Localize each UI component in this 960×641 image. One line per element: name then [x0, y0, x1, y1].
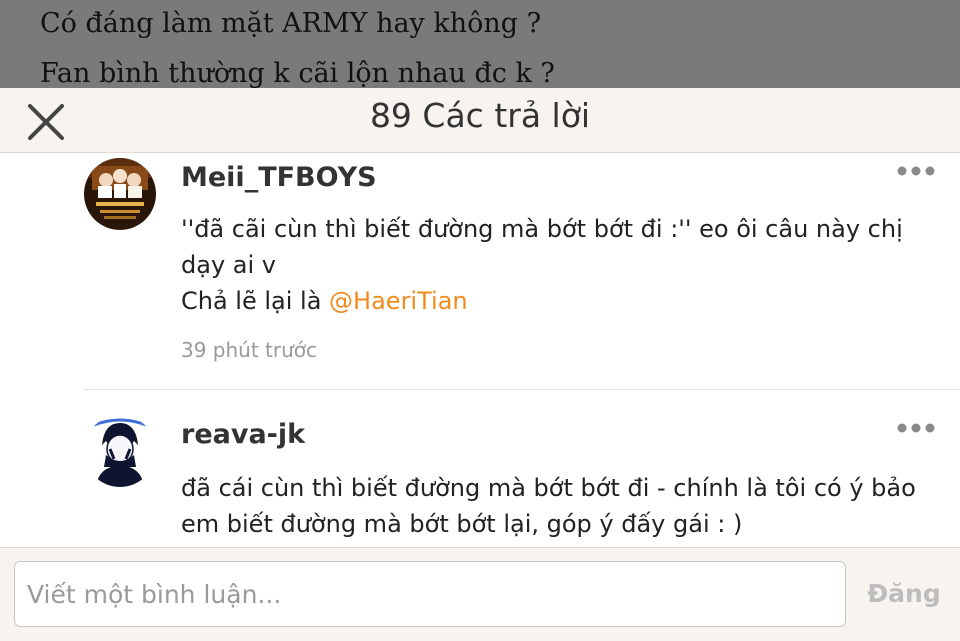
comment-item: Meii_TFBOYS ''đã cãi cùn thì biết đường …	[0, 153, 960, 389]
comment-timestamp: 39 phút trước	[181, 338, 318, 362]
story-backdrop: Có đáng làm mặt ARMY hay không ? Fan bìn…	[0, 0, 960, 90]
comment-more-button[interactable]	[896, 420, 936, 436]
comment-body: đã cái cùn thì biết đường mà bớt bớt đi …	[181, 470, 941, 542]
post-button[interactable]: Đăng	[850, 561, 958, 627]
comments-sheet: 89 Các trả lời Meii_TFBOYS ''đã cãi cùn …	[0, 88, 960, 641]
comment-text: đã cái cùn thì biết đường mà bớt bớt đi …	[181, 474, 916, 538]
avatar[interactable]	[84, 158, 156, 230]
comment-item: reava-jk đã cái cùn thì biết đường mà bớ…	[0, 390, 960, 547]
comment-more-button[interactable]	[896, 163, 936, 179]
comment-body: ''đã cãi cùn thì biết đường mà bớt bớt đ…	[181, 211, 941, 319]
comment-list: Meii_TFBOYS ''đã cãi cùn thì biết đường …	[0, 153, 960, 547]
comments-count-title: 89 Các trả lời	[369, 96, 591, 135]
avatar[interactable]	[84, 415, 156, 487]
comments-header: 89 Các trả lời	[0, 88, 960, 153]
more-dots-icon	[897, 423, 935, 433]
comment-text: ''đã cãi cùn thì biết đường mà bớt bớt đ…	[181, 215, 903, 279]
more-dots-icon	[897, 166, 935, 176]
comment-username[interactable]: Meii_TFBOYS	[181, 162, 377, 193]
story-line: Fan bình thường k cãi lộn nhau đc k ?	[40, 58, 555, 89]
comment-input[interactable]	[14, 561, 846, 627]
comment-username[interactable]: reava-jk	[181, 419, 305, 450]
mention-link[interactable]: @HaeriTian	[329, 287, 468, 315]
comment-composer: Đăng	[0, 547, 960, 641]
comment-text: Chả lẽ lại là	[181, 287, 330, 315]
story-line: Có đáng làm mặt ARMY hay không ?	[40, 8, 542, 39]
